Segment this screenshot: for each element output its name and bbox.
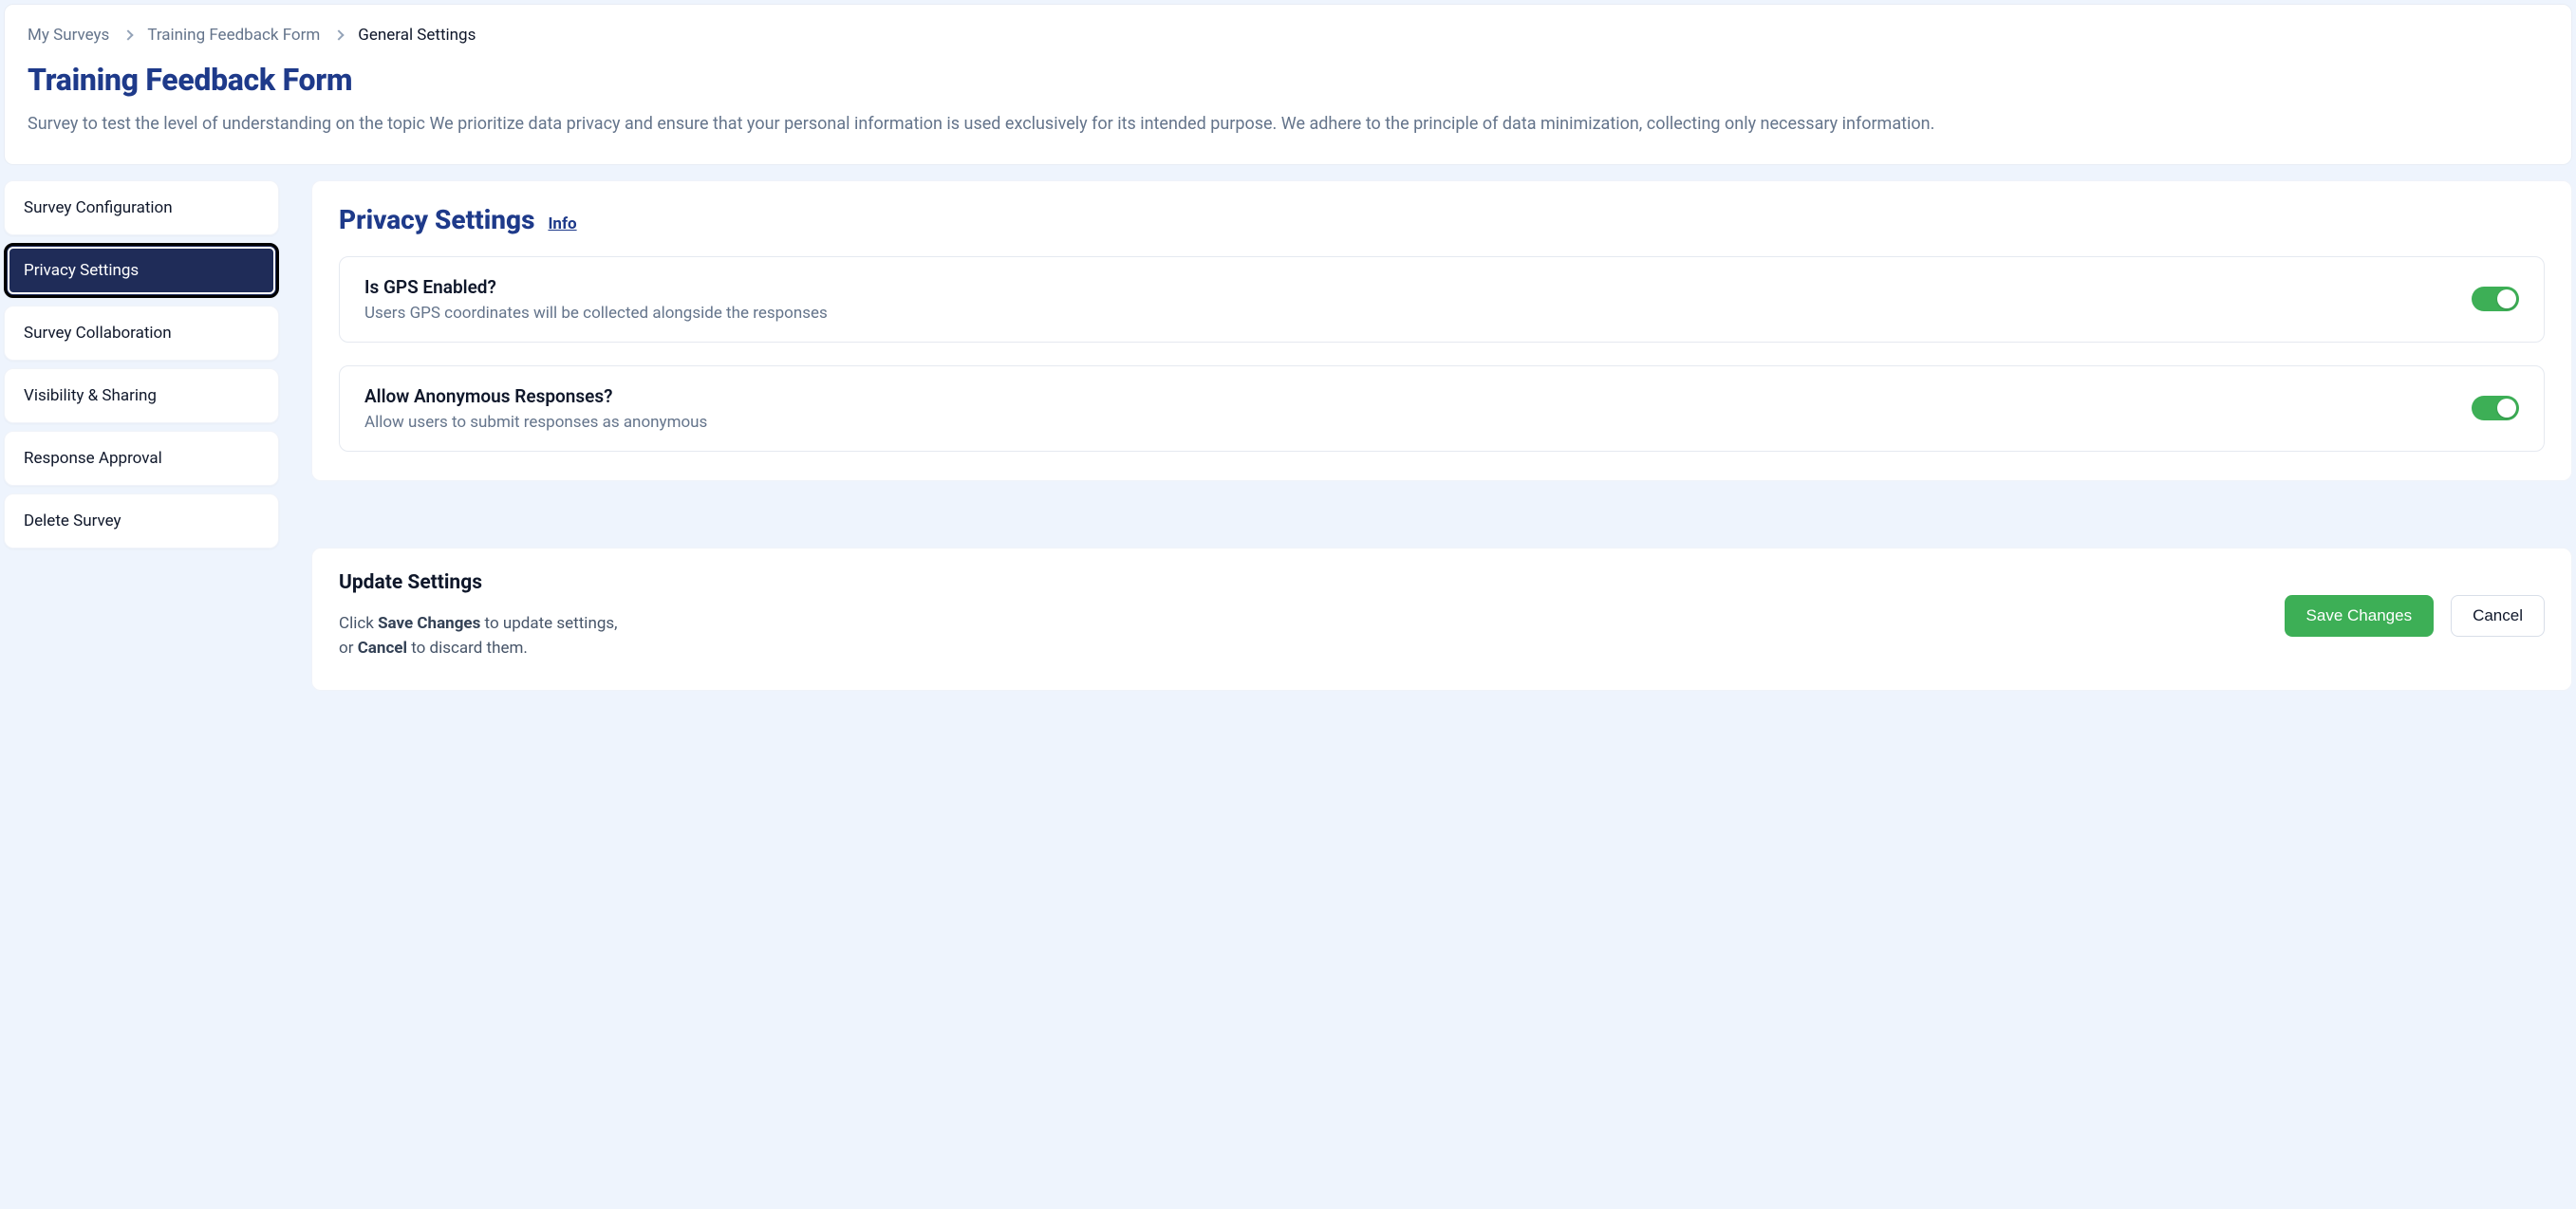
update-save-strong: Save Changes — [378, 614, 480, 633]
sidebar-item-survey-configuration[interactable]: Survey Configuration — [4, 180, 279, 235]
setting-gps-enabled: Is GPS Enabled? Users GPS coordinates wi… — [339, 256, 2545, 343]
button-row: Save Changes Cancel — [2285, 595, 2545, 637]
page-title: Training Feedback Form — [28, 62, 2548, 98]
panel-title: Privacy Settings — [339, 204, 534, 235]
update-text: Click Save Changes to update settings, o… — [339, 611, 618, 661]
update-text-or: or — [339, 639, 358, 658]
setting-text: Is GPS Enabled? Users GPS coordinates wi… — [364, 276, 828, 323]
toggle-anonymous-responses[interactable] — [2472, 396, 2519, 420]
sidebar-item-label: Privacy Settings — [24, 261, 139, 280]
update-text-suffix: to discard them. — [407, 639, 528, 658]
breadcrumb-my-surveys[interactable]: My Surveys — [28, 26, 109, 45]
chevron-right-icon — [123, 29, 134, 40]
setting-description: Allow users to submit responses as anony… — [364, 413, 707, 432]
update-text-prefix: Click — [339, 614, 378, 633]
setting-title: Allow Anonymous Responses? — [364, 385, 707, 407]
sidebar-item-delete-survey[interactable]: Delete Survey — [4, 493, 279, 549]
setting-anonymous-responses: Allow Anonymous Responses? Allow users t… — [339, 365, 2545, 452]
page-description: Survey to test the level of understandin… — [28, 111, 2548, 138]
toggle-knob — [2497, 399, 2516, 418]
breadcrumb-current: General Settings — [358, 26, 476, 45]
main-content: Privacy Settings Info Is GPS Enabled? Us… — [311, 180, 2572, 691]
update-text-block: Update Settings Click Save Changes to up… — [339, 571, 618, 661]
breadcrumb-training-feedback-form[interactable]: Training Feedback Form — [147, 26, 320, 45]
chevron-right-icon — [334, 29, 345, 40]
toggle-gps-enabled[interactable] — [2472, 287, 2519, 311]
sidebar-item-visibility-sharing[interactable]: Visibility & Sharing — [4, 368, 279, 423]
sidebar-item-privacy-settings[interactable]: Privacy Settings — [4, 243, 279, 298]
privacy-settings-panel: Privacy Settings Info Is GPS Enabled? Us… — [311, 180, 2572, 481]
sidebar-item-label: Survey Configuration — [24, 198, 173, 217]
toggle-knob — [2497, 289, 2516, 308]
update-settings-panel: Update Settings Click Save Changes to up… — [311, 548, 2572, 691]
breadcrumb: My Surveys Training Feedback Form Genera… — [28, 26, 2548, 45]
update-cancel-strong: Cancel — [358, 639, 407, 658]
sidebar-item-label: Visibility & Sharing — [24, 386, 157, 405]
cancel-button[interactable]: Cancel — [2451, 595, 2545, 637]
sidebar-item-label: Survey Collaboration — [24, 324, 172, 343]
save-changes-button[interactable]: Save Changes — [2285, 595, 2435, 637]
setting-text: Allow Anonymous Responses? Allow users t… — [364, 385, 707, 432]
update-title: Update Settings — [339, 571, 618, 594]
update-text-mid: to update settings, — [480, 614, 617, 633]
settings-sidebar: Survey Configuration Privacy Settings Su… — [4, 180, 279, 549]
sidebar-item-response-approval[interactable]: Response Approval — [4, 431, 279, 486]
panel-header: Privacy Settings Info — [339, 204, 2545, 235]
sidebar-item-survey-collaboration[interactable]: Survey Collaboration — [4, 306, 279, 361]
setting-title: Is GPS Enabled? — [364, 276, 828, 298]
page-header-card: My Surveys Training Feedback Form Genera… — [4, 4, 2572, 165]
sidebar-item-label: Delete Survey — [24, 512, 121, 530]
setting-description: Users GPS coordinates will be collected … — [364, 304, 828, 323]
info-link[interactable]: Info — [548, 214, 576, 233]
sidebar-item-label: Response Approval — [24, 449, 162, 468]
